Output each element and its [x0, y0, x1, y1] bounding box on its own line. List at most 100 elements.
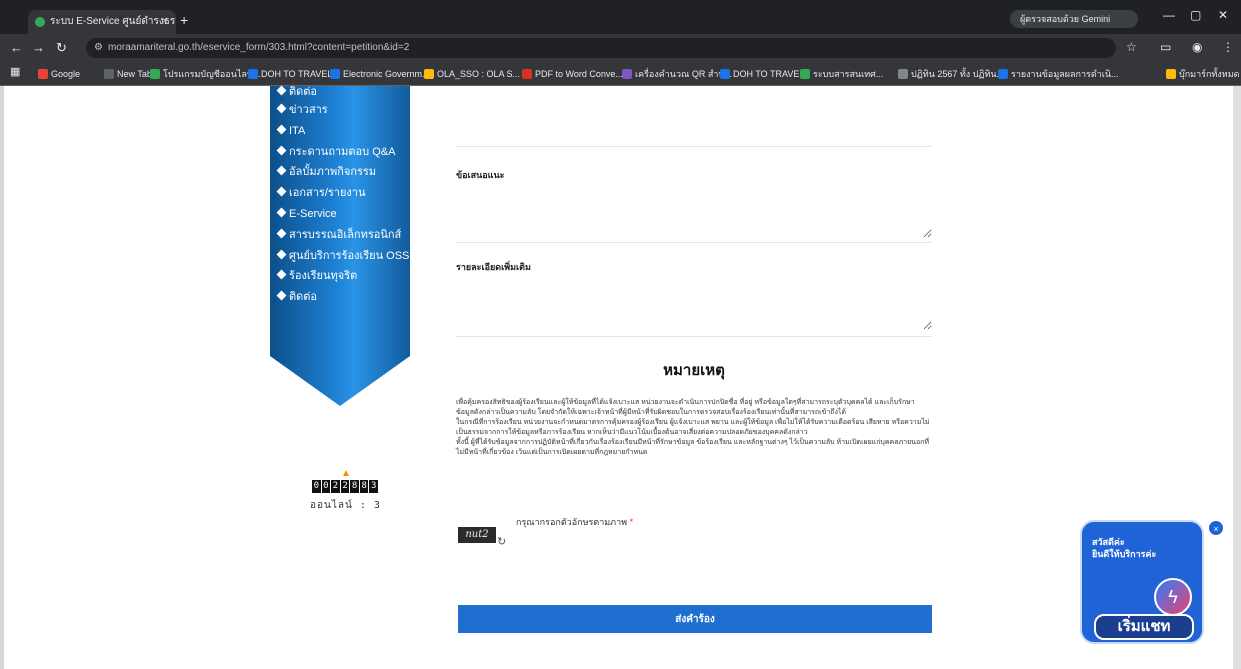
- captcha-refresh-icon[interactable]: ↻: [497, 535, 506, 548]
- bookmark-favicon-icon: [248, 69, 258, 79]
- maximize-button[interactable]: ▢: [1190, 8, 1201, 22]
- sidebar-item[interactable]: ศูนย์บริการร้องเรียน OSS: [276, 246, 409, 267]
- chat-greeting: สวัสดีค่ะ ยินดีให้บริการค่ะ: [1092, 536, 1156, 560]
- note-paragraph: ทั้งนี้ ผู้ที่ได้รับข้อมูลจากการปฏิบัติห…: [456, 439, 930, 456]
- divider: [456, 242, 932, 243]
- bookmark-item[interactable]: รายงานข้อมูลผลการดำเนิ...: [998, 67, 1119, 81]
- bookmark-favicon-icon: [330, 69, 340, 79]
- bookmark-label: รายงานข้อมูลผลการดำเนิ...: [1011, 69, 1119, 79]
- bookmark-item[interactable]: เครื่องคำนวณ QR สำห...: [622, 67, 732, 81]
- bookmark-item[interactable]: ปฏิทิน 2567 ทั้ง ปฏิทิน...: [898, 67, 1004, 81]
- bookmarks-bar: ▦ Google New Tab โปรแกรมบัญชีออนไลน์... DOH…: [0, 62, 1241, 86]
- sidebar-item-label: กระดานถามตอบ Q&A: [289, 145, 396, 158]
- back-icon[interactable]: ←: [10, 40, 23, 55]
- bookmark-favicon-icon: [720, 69, 730, 79]
- bookmark-favicon-icon: [522, 69, 532, 79]
- diamond-bullet-icon: [276, 124, 287, 135]
- diamond-bullet-icon: [276, 228, 287, 239]
- bookmark-label: DOH TO TRAVEL: [261, 69, 333, 79]
- captcha-input[interactable]: [516, 530, 716, 550]
- bookmark-item[interactable]: New Tab: [104, 67, 152, 81]
- bookmark-label: เครื่องคำนวณ QR สำห...: [635, 69, 732, 79]
- chat-greeting-line2: ยินดีให้บริการค่ะ: [1092, 549, 1157, 559]
- reload-icon[interactable]: ↻: [56, 40, 67, 56]
- sidebar-item-label: ข่าวสาร: [289, 104, 328, 116]
- browser-tab[interactable]: ระบบ E-Service ศูนย์ดำรงธรรม ×: [28, 10, 176, 34]
- more-details-label: รายละเอียดเพิ่มเติม: [456, 262, 531, 272]
- address-bar[interactable]: ⚙ moraamariteral.go.th/eservice_form/303…: [86, 38, 1116, 58]
- sidebar-item-label: เอกสาร/รายงาน: [289, 187, 366, 200]
- sidebar-list: ติดต่อ ข่าวสาร ITA กระดานถามตอบ Q&A อัลบั้มภ…: [276, 85, 409, 308]
- tab-close-icon[interactable]: ×: [162, 10, 168, 34]
- menu-icon[interactable]: ⋮: [1222, 40, 1234, 54]
- bookmark-item[interactable]: OLA_SSO : OLA S...: [424, 67, 520, 81]
- diamond-bullet-icon: [276, 269, 287, 280]
- more-details-field[interactable]: [456, 274, 932, 330]
- bookmark-item[interactable]: Google: [38, 67, 80, 81]
- bookmark-item[interactable]: DOH TO TRAVEL: [248, 67, 332, 81]
- sidebar-item-label: E-Service: [289, 207, 337, 220]
- new-tab-button[interactable]: +: [180, 12, 188, 28]
- site-info-icon[interactable]: ⚙: [94, 38, 103, 58]
- sidebar-item[interactable]: เอกสาร/รายงาน: [276, 183, 409, 204]
- cast-icon[interactable]: ▭: [1160, 40, 1171, 54]
- counter-digit: 8: [350, 480, 359, 493]
- start-chat-button[interactable]: เริ่มแชท: [1094, 614, 1194, 640]
- apps-icon[interactable]: ▦: [10, 65, 20, 78]
- sidebar-item-label: ร้องเรียนทุจริต: [289, 270, 358, 283]
- sidebar-menu: ติดต่อ ข่าวสาร ITA กระดานถามตอบ Q&A อัลบั้มภ…: [270, 85, 410, 406]
- all-bookmarks-link[interactable]: บุ๊กมาร์กทั้งหมด: [1166, 67, 1239, 81]
- sidebar-item-label: อัลบั้มภาพกิจกรรม: [289, 166, 377, 179]
- web-page: ติดต่อ ข่าวสาร ITA กระดานถามตอบ Q&A อัลบั้มภ…: [0, 85, 1241, 669]
- bookmark-item[interactable]: DOH TO TRAVEL: [720, 67, 804, 81]
- sidebar-item-label: ITA: [289, 124, 306, 137]
- page-scrollbar[interactable]: [1233, 86, 1241, 669]
- divider: [456, 146, 932, 147]
- bookmark-item[interactable]: ระบบสารสนเทศ...: [800, 67, 883, 81]
- bookmark-favicon-icon: [898, 69, 908, 79]
- tab-title: ระบบ E-Service ศูนย์ดำรงธรรม: [50, 16, 176, 27]
- bookmark-favicon-icon: [800, 69, 810, 79]
- folder-icon: [1166, 69, 1176, 79]
- profile-icon[interactable]: ◉: [1192, 40, 1202, 54]
- minimize-button[interactable]: —: [1163, 8, 1175, 22]
- bookmark-favicon-icon: [150, 69, 160, 79]
- bookmark-favicon-icon: [38, 69, 48, 79]
- bookmark-star-icon[interactable]: ☆: [1126, 40, 1137, 54]
- sidebar-item[interactable]: อัลบั้มภาพกิจกรรม: [276, 162, 409, 183]
- bookmark-item[interactable]: Electronic Governm...: [330, 67, 430, 81]
- counter-digit: 2: [331, 480, 340, 493]
- sidebar-item[interactable]: ร้องเรียนทุจริต: [276, 266, 409, 287]
- sidebar-item[interactable]: ITA: [276, 121, 409, 142]
- close-window-button[interactable]: ✕: [1218, 8, 1228, 22]
- counter-digit: 3: [369, 480, 379, 493]
- page-left-border: [0, 86, 4, 669]
- bookmark-favicon-icon: [424, 69, 434, 79]
- sidebar-item[interactable]: ติดต่อ: [276, 287, 409, 308]
- sidebar-item-label: ติดต่อ: [289, 291, 318, 304]
- sidebar-item[interactable]: กระดานถามตอบ Q&A: [276, 142, 409, 163]
- captcha-image: nut2: [458, 527, 496, 543]
- counter-digit: 2: [340, 480, 350, 493]
- bookmark-item[interactable]: โปรแกรมบัญชีออนไลน์...: [150, 67, 261, 81]
- suggestion-label: ข้อเสนอแนะ: [456, 170, 505, 180]
- sidebar-item[interactable]: ข่าวสาร: [276, 100, 409, 121]
- captcha-label-text: กรุณากรอกตัวอักษรตามภาพ: [516, 517, 628, 527]
- submit-button[interactable]: ส่งคำร้อง: [458, 605, 932, 633]
- visitor-counter: ▲ 0022883: [312, 468, 379, 494]
- forward-icon[interactable]: →: [32, 40, 45, 55]
- note-paragraph: เพื่อคุ้มครองสิทธิของผู้ร้องเรียนและผู้ใ…: [456, 399, 915, 416]
- diamond-bullet-icon: [276, 290, 287, 301]
- suggestion-field[interactable]: [456, 182, 932, 238]
- gemini-chip[interactable]: ผู้ตรวจสอบด้วย Gemini: [1010, 10, 1138, 28]
- chat-close-button[interactable]: ×: [1208, 520, 1224, 536]
- bookmark-item[interactable]: PDF to Word Conve...: [522, 67, 623, 81]
- chat-widget[interactable]: สวัสดีค่ะ ยินดีให้บริการค่ะ ϟ เริ่มแชท: [1080, 520, 1204, 644]
- sidebar-item[interactable]: สารบรรณอิเล็กทรอนิกส์: [276, 225, 409, 246]
- counter-digits: 0022883: [312, 480, 379, 493]
- note-title: หมายเหตุ: [663, 362, 725, 379]
- sidebar-item[interactable]: E-Service: [276, 204, 409, 225]
- online-count: ออนไลน์ : 3: [310, 500, 381, 511]
- sidebar-item[interactable]: ติดต่อ: [276, 85, 409, 100]
- tab-bar: ระบบ E-Service ศูนย์ดำรงธรรม × + ผู้ตรวจ…: [0, 0, 1241, 34]
